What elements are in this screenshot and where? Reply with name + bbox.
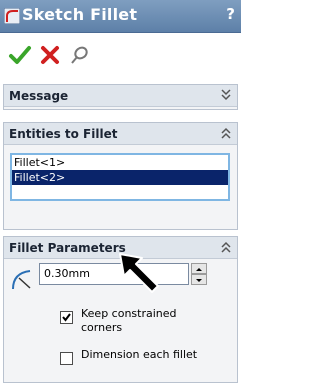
property-manager-titlebar: Sketch Fillet ? xyxy=(0,0,241,33)
keep-constrained-option[interactable]: Keep constrained corners xyxy=(60,307,221,335)
help-button[interactable]: ? xyxy=(226,5,235,23)
message-panel-title: Message xyxy=(9,89,69,103)
entities-list[interactable]: Fillet<1> Fillet<2> xyxy=(10,153,230,201)
stepper-down-button[interactable] xyxy=(191,274,207,285)
chevron-up-icon[interactable] xyxy=(220,240,232,254)
dimension-each-label: Dimension each fillet xyxy=(81,348,198,361)
radius-stepper[interactable] xyxy=(191,263,207,285)
fillet-radius-icon xyxy=(12,270,31,290)
entities-panel-header[interactable]: Entities to Fillet xyxy=(4,123,237,145)
close-icon[interactable] xyxy=(38,43,62,67)
sketch-fillet-icon xyxy=(4,8,20,24)
entities-panel: Entities to Fillet Fillet<1> Fillet<2> xyxy=(3,122,238,230)
list-item[interactable]: Fillet<2> xyxy=(12,170,228,185)
triangle-up-icon xyxy=(196,268,202,271)
checkmark-icon xyxy=(62,313,71,322)
pushpin-icon[interactable] xyxy=(68,43,92,67)
keep-constrained-label: Keep constrained corners xyxy=(81,307,177,334)
keep-constrained-checkbox[interactable] xyxy=(60,311,73,324)
action-toolbar xyxy=(0,33,241,83)
parameters-panel-title: Fillet Parameters xyxy=(9,241,126,255)
triangle-down-icon xyxy=(196,279,202,282)
chevron-down-icon[interactable] xyxy=(220,88,232,102)
dimension-each-checkbox[interactable] xyxy=(60,352,73,365)
check-icon[interactable] xyxy=(8,43,32,67)
message-panel-header[interactable]: Message xyxy=(4,85,237,107)
chevron-up-icon[interactable] xyxy=(220,126,232,140)
entities-panel-title: Entities to Fillet xyxy=(9,127,118,141)
list-item[interactable]: Fillet<1> xyxy=(12,155,228,170)
pointer-arrow-icon xyxy=(119,253,159,293)
dimension-each-option[interactable]: Dimension each fillet xyxy=(60,348,221,365)
message-panel: Message xyxy=(3,84,238,110)
panel-title: Sketch Fillet xyxy=(22,5,138,24)
stepper-up-button[interactable] xyxy=(191,263,207,274)
